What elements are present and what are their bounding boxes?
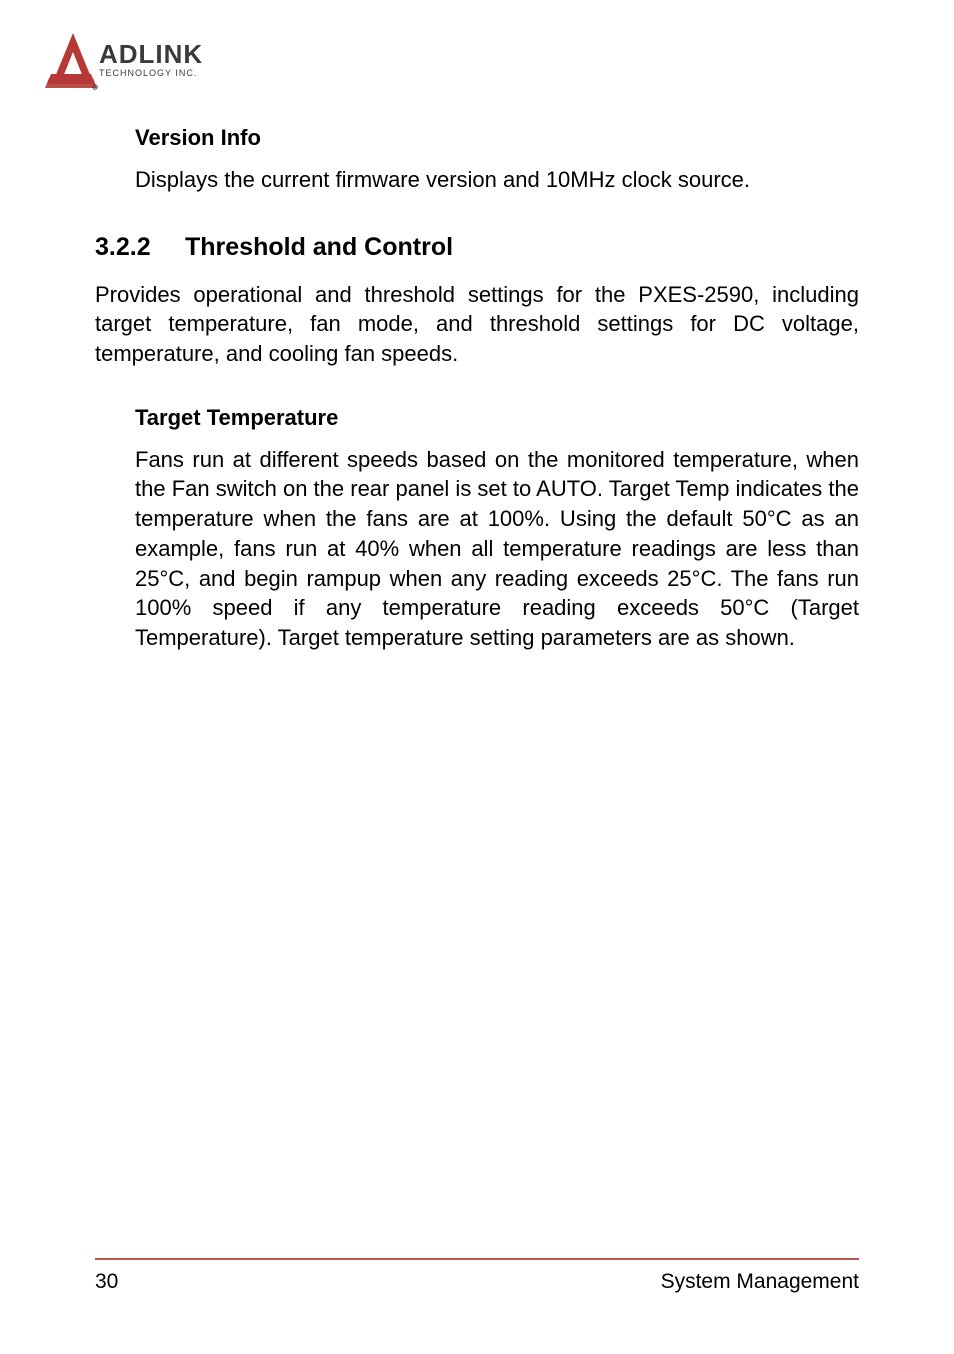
svg-text:TECHNOLOGY INC.: TECHNOLOGY INC. <box>99 68 197 78</box>
chapter-name: System Management <box>661 1270 859 1294</box>
page-container: ADLINK TECHNOLOGY INC. R Version Info Di… <box>0 0 954 1354</box>
page-footer: 30 System Management <box>95 1258 859 1294</box>
footer-divider <box>95 1258 859 1260</box>
page-number: 30 <box>95 1270 118 1294</box>
version-info-heading: Version Info <box>135 125 859 151</box>
section-number: 3.2.2 <box>95 233 185 262</box>
adlink-logo-icon: ADLINK TECHNOLOGY INC. R <box>45 30 225 92</box>
version-info-text: Displays the current firmware version an… <box>135 165 859 195</box>
threshold-section-body: Provides operational and threshold setti… <box>95 280 859 369</box>
brand-logo: ADLINK TECHNOLOGY INC. R <box>45 30 859 97</box>
svg-text:ADLINK: ADLINK <box>99 39 203 69</box>
section-title: Threshold and Control <box>185 233 453 262</box>
threshold-section-header: 3.2.2 Threshold and Control <box>95 233 859 262</box>
target-temperature-heading: Target Temperature <box>135 405 859 431</box>
target-temperature-body: Fans run at different speeds based on th… <box>135 445 859 653</box>
